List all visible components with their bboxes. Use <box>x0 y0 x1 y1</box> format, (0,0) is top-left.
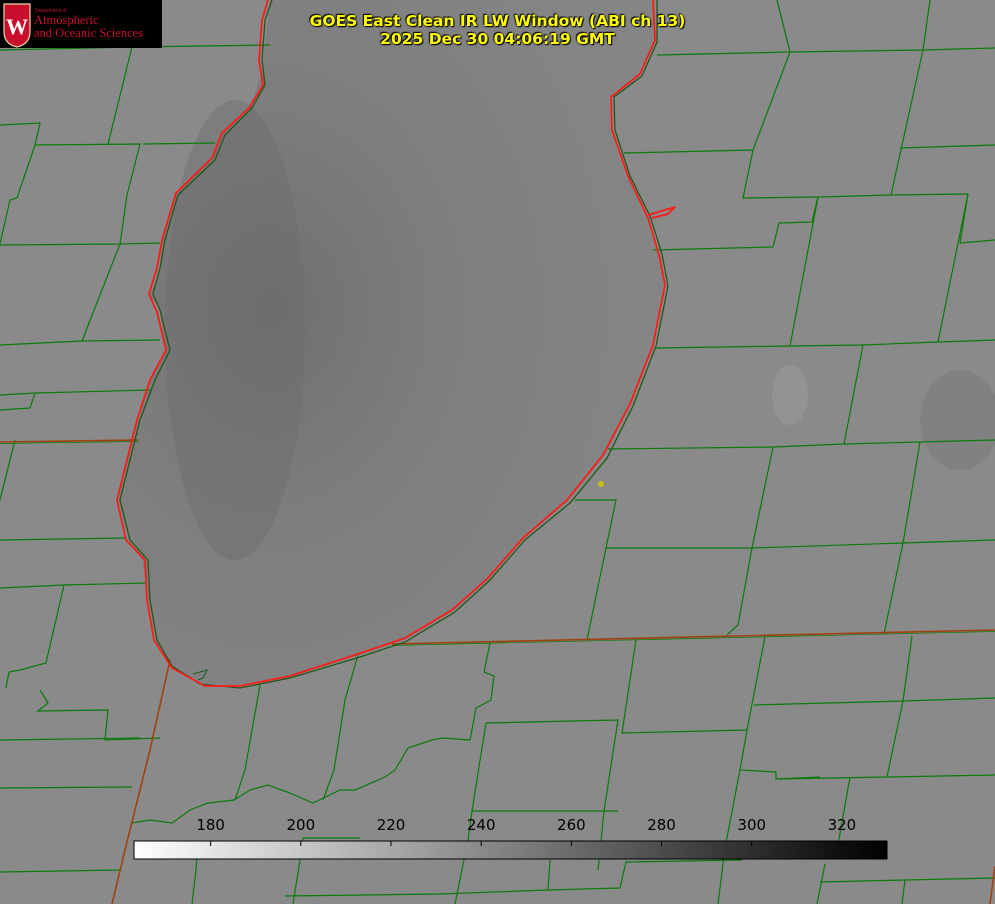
colorbar-gradient <box>133 840 888 860</box>
colorbar-tick-label: 200 <box>287 816 316 834</box>
map-title: GOES East Clean IR LW Window (ABI ch 13) <box>309 12 686 30</box>
colorbar-tick-label: 240 <box>467 816 496 834</box>
lake-cold-band <box>165 100 305 560</box>
map-timestamp: 2025 Dec 30 04:06:19 GMT <box>380 30 615 48</box>
colorbar-tick-label: 280 <box>647 816 676 834</box>
location-marker <box>598 481 604 487</box>
satellite-map: 180200220240260280300320 W <box>0 0 995 904</box>
cloud-patch-center <box>772 365 808 425</box>
colorbar-tick-label: 180 <box>196 816 225 834</box>
colorbar-tick-label: 220 <box>377 816 406 834</box>
colorbar-tick-label: 300 <box>737 816 766 834</box>
colorbar-tick-label: 320 <box>828 816 857 834</box>
colorbar-tick-label: 260 <box>557 816 586 834</box>
